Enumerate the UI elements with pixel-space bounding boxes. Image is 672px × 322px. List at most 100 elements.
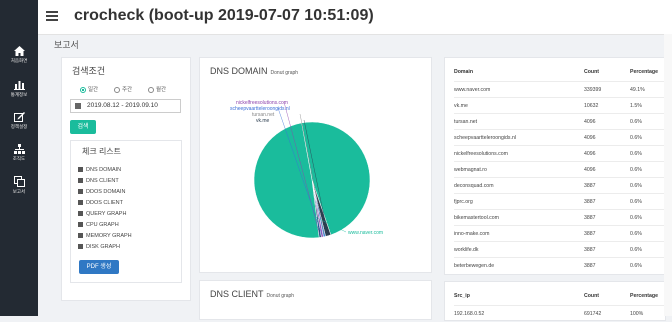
pdf-generate-button[interactable]: PDF 생성 — [79, 260, 119, 274]
sidebar-item-home[interactable]: 처음화면 — [0, 46, 38, 64]
table-row: www.naver.com 339399 49.1% — [454, 81, 664, 98]
table-cell: 4096 — [584, 151, 596, 157]
top-bar: crocheck (boot-up 2019-07-07 10:51:09) — [38, 0, 672, 35]
dns-domain-title: DNS DOMAIN Donut graph — [210, 66, 299, 76]
checklist-item[interactable]: DISK GRAPH — [78, 244, 120, 250]
table-cell: 1.5% — [630, 103, 642, 109]
column-header[interactable]: Percentage — [630, 69, 658, 75]
table-row: 192.168.0.52 691742 100% — [454, 305, 664, 322]
table-cell: 0.6% — [630, 215, 642, 221]
table-row: scheepvaartteleroongids.nl 4096 0.6% — [454, 129, 664, 146]
client-table: Src_ip Count Percentage 192.168.0.52 691742 1… — [454, 288, 664, 318]
checkbox-icon — [78, 200, 83, 206]
checklist-title: 체크 리스트 — [82, 147, 122, 156]
table-cell: 3887 — [584, 215, 596, 221]
hamburger-menu-icon[interactable] — [46, 11, 58, 21]
checklist-item[interactable]: MEMORY GRAPH — [78, 233, 132, 239]
dns-client-panel — [199, 280, 432, 320]
sidebar-item-label: 처음화면 — [10, 58, 28, 63]
table-row: deconsquad.com 3887 0.6% — [454, 177, 664, 194]
sidebar-item-label: 조직도 — [12, 156, 26, 161]
table-cell: 3887 — [584, 263, 596, 269]
table-cell: 0.6% — [630, 135, 642, 141]
column-header[interactable]: Src_ip — [454, 293, 470, 299]
table-cell: 4096 — [584, 119, 596, 125]
table-cell: 0.6% — [630, 119, 642, 125]
table-cell: tursan.net — [454, 119, 478, 125]
table-cell: scheepvaartteleroongids.nl — [454, 135, 517, 141]
radio-icon — [114, 86, 120, 93]
calendar-icon — [75, 103, 81, 109]
table-cell: 3887 — [584, 199, 596, 205]
table-cell: worklife.dk — [454, 247, 479, 253]
sidebar-item-report[interactable]: 보고서 — [0, 176, 38, 195]
search-button[interactable]: 검색 — [70, 120, 96, 134]
dns-client-title: DNS CLIENT Donut graph — [210, 289, 295, 299]
checkbox-icon — [78, 211, 83, 217]
checklist-item[interactable]: CPU GRAPH — [78, 222, 119, 228]
domain-table: Domain Count Percentage www.naver.com 339399… — [454, 64, 664, 272]
org-chart-icon — [13, 144, 25, 154]
checklist-item[interactable]: DDOS CLIENT — [78, 200, 123, 206]
page-scrollbar[interactable] — [664, 34, 672, 316]
table-row: vk.me 10632 1.5% — [454, 97, 664, 114]
checkbox-icon — [78, 222, 83, 228]
date-range-input[interactable]: 2019.08.12 - 2019.09.10 — [70, 99, 181, 113]
table-cell: 0.6% — [630, 151, 642, 157]
table-cell: 0.6% — [630, 199, 642, 205]
sidebar-item-label: 통계정보 — [10, 92, 28, 97]
table-cell: 100% — [630, 311, 644, 317]
table-cell: 0.6% — [630, 167, 642, 173]
table-cell: 0.6% — [630, 247, 642, 253]
checklist-item[interactable]: QUERY GRAPH — [78, 211, 126, 217]
table-cell: webmagnat.ro — [454, 167, 487, 173]
table-cell: 339399 — [584, 87, 602, 93]
checkbox-icon — [78, 244, 83, 250]
table-row: bikemastertool.com 3887 0.6% — [454, 209, 664, 226]
table-row: fjprc.org 3887 0.6% — [454, 193, 664, 210]
table-cell: 0.6% — [630, 231, 642, 237]
table-row: beterbewegen.de 3887 0.6% — [454, 257, 664, 274]
table-cell: inno-make.com — [454, 231, 490, 237]
column-header[interactable]: Count — [584, 69, 599, 75]
table-header: Domain Count Percentage — [454, 64, 664, 80]
checklist-item[interactable]: DNS DOMAIN — [78, 167, 121, 173]
table-row: webmagnat.ro 4096 0.6% — [454, 161, 664, 178]
pie-label: www.naver.com — [348, 230, 383, 236]
checklist-item[interactable]: DNS CLIENT — [78, 178, 119, 184]
period-radio-monthly[interactable]: 월간 — [148, 85, 166, 93]
sidebar-item-policy[interactable]: 정책설정 — [0, 112, 38, 130]
table-cell: www.naver.com — [454, 87, 491, 93]
table-cell: 0.6% — [630, 263, 642, 269]
checkbox-icon — [78, 167, 83, 173]
table-cell: 4096 — [584, 167, 596, 173]
table-cell: beterbewegen.de — [454, 263, 495, 269]
checkbox-icon — [78, 178, 83, 184]
table-cell: 4096 — [584, 135, 596, 141]
table-cell: 3887 — [584, 247, 596, 253]
table-row: inno-make.com 3887 0.6% — [454, 225, 664, 242]
checklist-item[interactable]: DDOS DOMAIN — [78, 189, 125, 195]
column-header[interactable]: Domain — [454, 69, 473, 75]
table-cell: deconsquad.com — [454, 183, 494, 189]
table-row: worklife.dk 3887 0.6% — [454, 241, 664, 258]
period-radio-weekly[interactable]: 주간 — [114, 85, 132, 93]
table-cell: 3887 — [584, 231, 596, 237]
column-header[interactable]: Count — [584, 293, 599, 299]
period-radio-daily[interactable]: 일간 — [80, 85, 98, 93]
table-row: nickelfreesolutions.com 4096 0.6% — [454, 145, 664, 162]
page-title: crocheck (boot-up 2019-07-07 10:51:09) — [74, 7, 374, 24]
checkbox-icon — [78, 189, 83, 195]
table-cell: 691742 — [584, 311, 602, 317]
sidebar-item-org[interactable]: 조직도 — [0, 144, 38, 162]
column-header[interactable]: Percentage — [630, 293, 658, 299]
table-cell: 0.6% — [630, 183, 642, 189]
breadcrumb: 보고서 — [54, 40, 79, 50]
sidebar-item-stats[interactable]: 통계정보 — [0, 80, 38, 98]
table-cell: 49.1% — [630, 87, 645, 93]
checkbox-icon — [78, 233, 83, 239]
dns-domain-donut-chart: nickelfreesolutions.comscheepvaarttelero… — [230, 100, 383, 239]
table-cell: nickelfreesolutions.com — [454, 151, 508, 157]
search-title: 검색조건 — [72, 66, 106, 76]
table-cell: 10632 — [584, 103, 599, 109]
